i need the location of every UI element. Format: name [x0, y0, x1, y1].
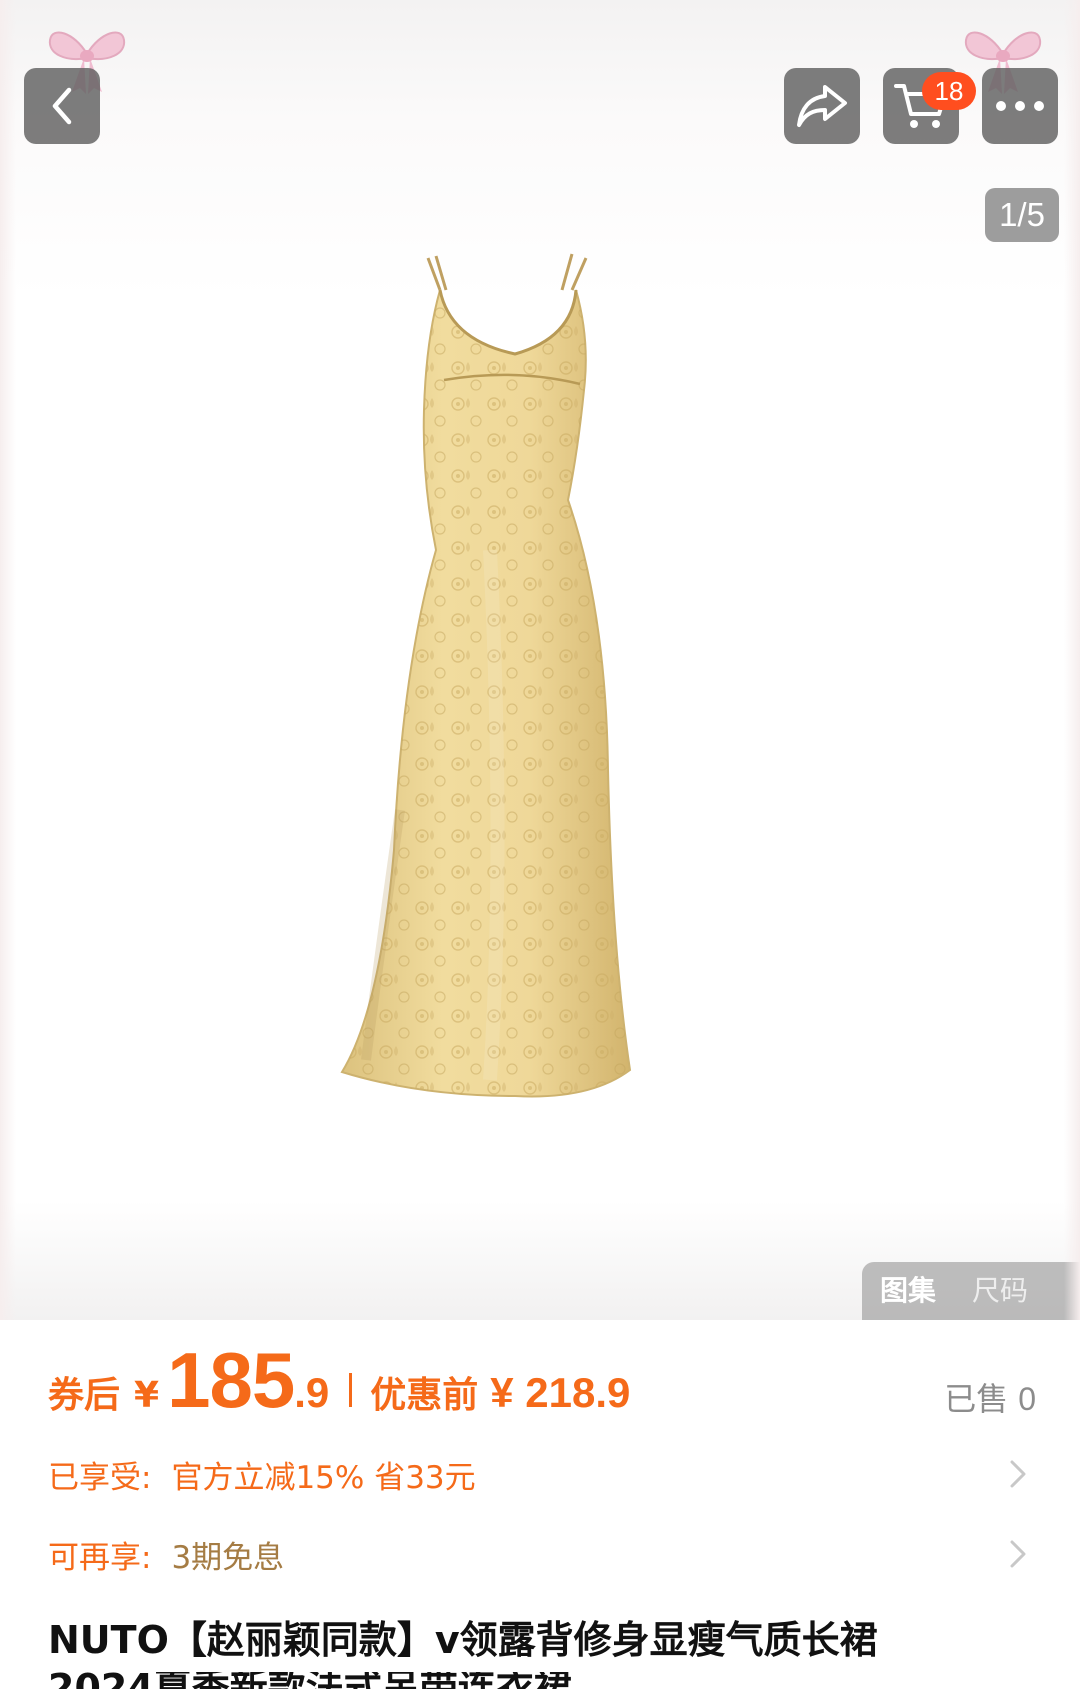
currency-symbol: ¥	[134, 1375, 160, 1416]
more-dots-icon	[996, 101, 1044, 111]
price-divider	[349, 1373, 353, 1407]
promo-label: 可再享:	[48, 1539, 152, 1576]
sold-label: 已售	[944, 1380, 1009, 1418]
sold-count: 已售 0	[944, 1374, 1036, 1420]
more-button[interactable]	[982, 68, 1058, 144]
promo-discount-row[interactable]: 已享受: 官方立减15% 省33元	[48, 1446, 1032, 1502]
price-line: 券后 ¥ 185 .9 优惠前 ¥ 218.9	[48, 1335, 630, 1426]
promo-text: 3期免息	[171, 1539, 285, 1576]
product-title: NUTO【赵丽颖同款】v领露背修身显瘦气质长裙	[48, 1618, 878, 1662]
share-arrow-icon	[797, 85, 847, 127]
promo-text: 官方立减15% 省33元	[171, 1459, 476, 1496]
price-decimal: .9	[294, 1369, 330, 1416]
promo-label: 已享受:	[48, 1459, 152, 1496]
product-photo-dress	[340, 253, 632, 1098]
original-price-label: 优惠前	[370, 1375, 479, 1416]
back-button[interactable]	[24, 68, 100, 144]
tab-gallery[interactable]: 图集	[862, 1262, 954, 1320]
image-page-indicator: 1/5	[985, 188, 1059, 242]
price-row: 券后 ¥ 185 .9 优惠前 ¥ 218.9 已售 0	[48, 1336, 1048, 1434]
gallery-view-tabs: 图集 尺码	[862, 1262, 1080, 1320]
product-info-panel: 券后 ¥ 185 .9 优惠前 ¥ 218.9 已售 0 已享受: 官方立减15%…	[0, 1320, 1080, 1689]
tab-size[interactable]: 尺码	[954, 1262, 1046, 1320]
product-image-gallery[interactable]: 18 1/5 图集 尺码	[0, 0, 1080, 1320]
promo-installment-row[interactable]: 可再享: 3期免息	[48, 1526, 1032, 1582]
chevron-right-icon	[1010, 1460, 1026, 1488]
chevron-right-icon	[1010, 1540, 1026, 1568]
product-title-line2: 2024夏季新款法式吊带连衣裙	[48, 1672, 1048, 1689]
sold-number: 0	[1018, 1381, 1036, 1417]
chevron-left-icon	[52, 87, 72, 125]
price-integer: 185	[167, 1336, 295, 1424]
product-title-continued: 2024夏季新款法式吊带连衣裙	[48, 1672, 1048, 1689]
share-button[interactable]	[784, 68, 860, 144]
cart-count-badge: 18	[922, 72, 976, 110]
coupon-price-label: 券后	[48, 1375, 121, 1416]
original-price: ¥ 218.9	[490, 1369, 631, 1416]
